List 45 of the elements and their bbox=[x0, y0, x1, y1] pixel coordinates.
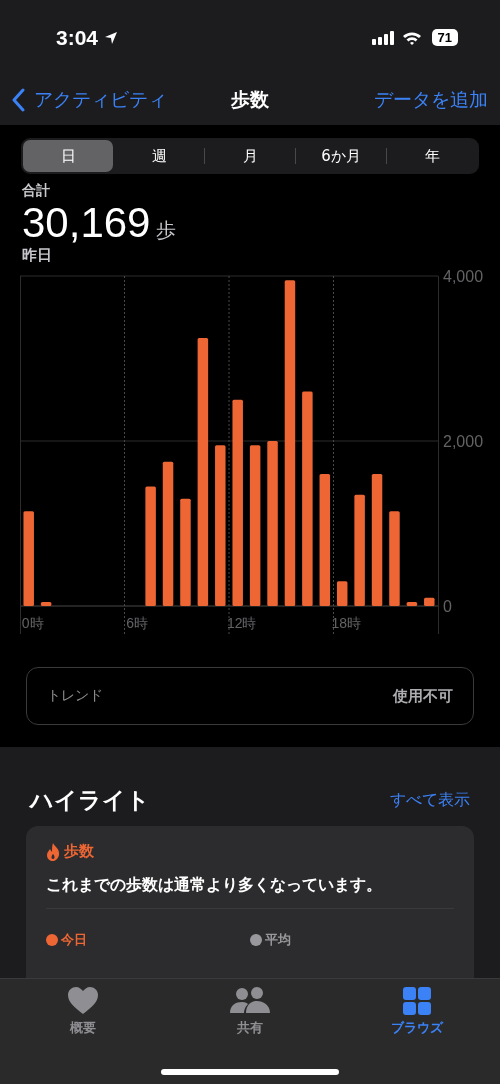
unit-label: 歩 bbox=[156, 217, 177, 244]
x-tick-label: 18時 bbox=[331, 615, 361, 631]
flame-icon bbox=[46, 842, 60, 861]
bar bbox=[424, 597, 435, 606]
trend-value: 使用不可 bbox=[393, 686, 453, 706]
bar bbox=[406, 601, 418, 606]
category-label: 歩数 bbox=[64, 842, 94, 861]
x-tick-label: 12時 bbox=[226, 615, 257, 631]
legend-label: 平均 bbox=[265, 931, 291, 949]
segment-tab[interactable]: 年 bbox=[387, 140, 477, 172]
tab-item[interactable]: 概要 bbox=[0, 987, 167, 1049]
add-data-button[interactable]: データを追加 bbox=[374, 87, 488, 113]
highlight-text: これまでの歩数は通常より多くなっています。 bbox=[46, 875, 383, 896]
tab-item[interactable]: 共有 bbox=[166, 987, 334, 1049]
back-label: アクティビティ bbox=[34, 87, 167, 112]
y-tick-label: 0 bbox=[443, 598, 452, 615]
signal-icon bbox=[371, 30, 396, 45]
bar bbox=[336, 581, 348, 606]
segment-tab[interactable]: 6か月 bbox=[296, 140, 386, 172]
grid-icon bbox=[402, 987, 431, 1015]
total-value: 30,169 bbox=[22, 200, 151, 246]
y-tick-label: 2,000 bbox=[443, 433, 484, 450]
y-tick-label: 4,000 bbox=[443, 269, 484, 285]
segment-tab[interactable]: 日 bbox=[23, 140, 113, 172]
bar bbox=[40, 601, 52, 606]
date-label: 昨日 bbox=[22, 246, 53, 265]
segment-tab[interactable]: 月 bbox=[205, 140, 295, 172]
nav-title: 歩数 bbox=[231, 87, 269, 112]
section-title: ハイライト bbox=[30, 786, 150, 815]
show-all-link[interactable]: すべて表示 bbox=[390, 790, 470, 811]
tab-item[interactable]: ブラウズ bbox=[333, 987, 500, 1049]
battery-level: 71 bbox=[431, 29, 458, 46]
x-tick-label: 0時 bbox=[21, 615, 44, 631]
legend-label: 今日 bbox=[61, 931, 87, 949]
back-button[interactable]: アクティビティ bbox=[12, 87, 167, 113]
total-label: 合計 bbox=[22, 182, 51, 200]
location-arrow-icon bbox=[104, 30, 119, 45]
status-time: 3:04 bbox=[56, 25, 99, 50]
x-tick-label: 6時 bbox=[126, 615, 149, 631]
segment-tab[interactable]: 週 bbox=[114, 140, 204, 172]
trend-label: トレンド bbox=[47, 687, 103, 705]
wifi-icon bbox=[401, 30, 422, 45]
people-icon bbox=[230, 987, 270, 1015]
heart-icon bbox=[68, 987, 99, 1015]
chevron-left-icon bbox=[12, 88, 26, 112]
